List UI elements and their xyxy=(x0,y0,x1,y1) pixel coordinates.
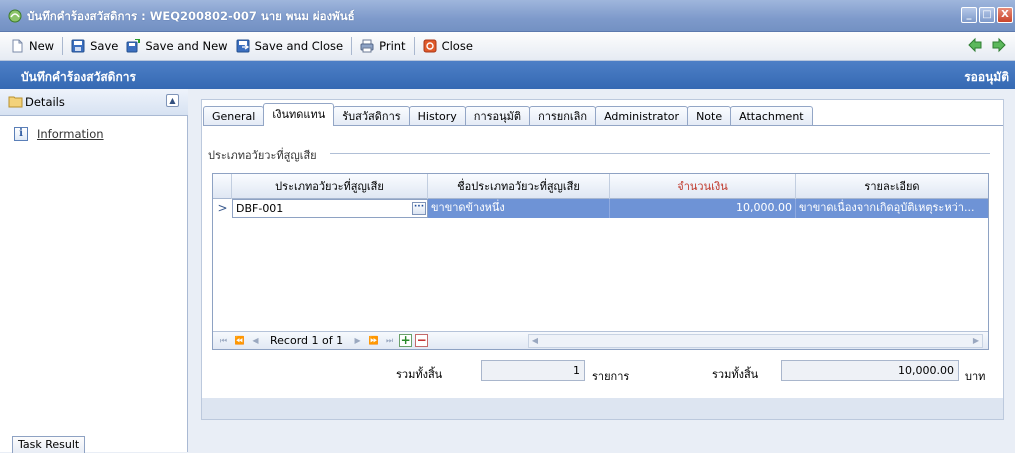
folder-icon xyxy=(8,96,23,108)
maximize-button[interactable]: □ xyxy=(979,7,995,23)
save-and-new-label: Save and New xyxy=(145,39,228,53)
collapse-icon[interactable]: ▲ xyxy=(166,94,179,107)
save-disk-icon xyxy=(71,39,85,53)
print-label: Print xyxy=(379,39,406,53)
window-titlebar: บันทึกคำร้องสวัสดิการ : WEQ200802-007 นา… xyxy=(0,0,1015,32)
new-button[interactable]: New xyxy=(6,35,58,57)
lookup-ellipsis-button[interactable]: ··· xyxy=(412,202,426,215)
tab-approval[interactable]: การอนุมัติ xyxy=(464,106,531,126)
toolbar: New Save Save and New Save and Close Pri… xyxy=(0,32,1015,61)
column-header-detail[interactable]: รายละเอียด xyxy=(796,174,988,199)
column-header-organ-type[interactable]: ประเภทอวัยวะที่สูญเสีย xyxy=(232,174,428,199)
close-button[interactable]: Close xyxy=(419,35,477,57)
section-legend: ประเภทอวัยวะที่สูญเสีย xyxy=(208,149,317,162)
toolbar-separator xyxy=(351,37,353,55)
toolbar-separator xyxy=(62,37,64,55)
previous-record-icon[interactable] xyxy=(967,37,983,53)
record-counter: Record 1 of 1 xyxy=(270,334,344,347)
document-title: บันทึกคำร้องสวัสดิการ xyxy=(21,70,136,84)
total-unit: บาท xyxy=(965,370,986,383)
last-record-icon[interactable]: ⏭ xyxy=(383,334,396,347)
section-rule xyxy=(330,153,990,154)
new-label: New xyxy=(29,39,55,53)
grid-header: ประเภทอวัยวะที่สูญเสีย ชื่อประเภทอวัยวะท… xyxy=(213,174,988,199)
save-label: Save xyxy=(90,39,119,53)
delete-record-button[interactable]: − xyxy=(415,334,429,347)
count-unit: รายการ xyxy=(592,370,630,383)
horizontal-scrollbar[interactable]: ◀ ▶ xyxy=(528,334,983,348)
previous-page-icon[interactable]: ⏪ xyxy=(233,334,246,347)
tab-note[interactable]: Note xyxy=(687,106,732,126)
minimize-button[interactable]: _ xyxy=(961,7,977,23)
column-header-organ-name[interactable]: ชื่อประเภทอวัยวะที่สูญเสีย xyxy=(428,174,610,199)
tab-administrator[interactable]: Administrator xyxy=(595,106,689,126)
save-and-close-label: Save and Close xyxy=(254,39,344,53)
tab-cancellation[interactable]: การยกเลิก xyxy=(529,106,597,126)
document-header: บันทึกคำร้องสวัสดิการ รออนุมัติ xyxy=(0,61,1015,89)
scroll-right-icon[interactable]: ▶ xyxy=(970,335,982,347)
tab-compensation[interactable]: เงินทดแทน xyxy=(263,103,335,126)
save-new-icon xyxy=(126,39,141,53)
tab-strip: General เงินทดแทน รับสวัสดิการ History ก… xyxy=(203,103,813,126)
sidebar-item-label: Information xyxy=(37,127,104,141)
task-result-tab[interactable]: Task Result xyxy=(12,436,86,453)
row-indicator-header xyxy=(213,174,232,199)
column-header-amount[interactable]: จำนวนเงิน xyxy=(610,174,796,199)
sidebar: Details ▲ i Information xyxy=(0,89,188,452)
organ-type-cell[interactable]: DBF-001 ··· xyxy=(232,199,428,218)
organ-name-cell[interactable]: ขาขาดข้างหนึ่ง xyxy=(428,199,610,218)
print-button[interactable]: Print xyxy=(356,35,409,57)
tab-attachment[interactable]: Attachment xyxy=(730,106,813,126)
app-icon xyxy=(8,9,22,23)
previous-record-nav-icon[interactable]: ◀ xyxy=(249,334,262,347)
save-close-icon xyxy=(236,39,250,53)
organ-type-value: DBF-001 xyxy=(236,202,284,215)
row-indicator-icon: > xyxy=(217,201,228,215)
tab-receive-welfare[interactable]: รับสวัสดิการ xyxy=(333,106,410,126)
total-label: รวมทั้งสิ้น xyxy=(712,368,759,381)
amount-cell[interactable]: 10,000.00 xyxy=(610,199,796,218)
save-and-close-button[interactable]: Save and Close xyxy=(232,35,348,57)
save-and-new-button[interactable]: Save and New xyxy=(122,35,231,57)
scroll-left-icon[interactable]: ◀ xyxy=(529,335,541,347)
save-button[interactable]: Save xyxy=(67,35,122,57)
count-value-field: 1 xyxy=(481,360,585,381)
sidebar-item-information[interactable]: i Information xyxy=(14,127,104,141)
close-label: Close xyxy=(441,39,473,53)
total-value-field: 10,000.00 xyxy=(781,360,959,381)
panel-footer xyxy=(201,398,1004,420)
close-window-button[interactable]: X xyxy=(997,7,1013,23)
first-record-icon[interactable]: ⏮ xyxy=(217,334,230,347)
record-navigator: ⏮ ⏪ ◀ Record 1 of 1 ▶ ⏩ ⏭ + − ◀ ▶ xyxy=(213,331,988,349)
tab-general[interactable]: General xyxy=(203,106,265,126)
add-record-button[interactable]: + xyxy=(399,334,413,347)
window-title: บันทึกคำร้องสวัสดิการ : WEQ200802-007 นา… xyxy=(27,9,355,23)
sidebar-group-label: Details xyxy=(25,95,65,109)
next-page-icon[interactable]: ⏩ xyxy=(367,334,380,347)
close-stop-icon xyxy=(423,39,437,53)
sidebar-group-details[interactable]: Details ▲ xyxy=(0,89,188,116)
next-record-nav-icon[interactable]: ▶ xyxy=(351,334,364,347)
next-record-icon[interactable] xyxy=(991,37,1007,53)
printer-icon xyxy=(360,39,374,53)
detail-cell[interactable]: ขาขาดเนื่องจากเกิดอุบัติเหตุระหว่า... xyxy=(796,199,988,218)
organ-loss-grid: ประเภทอวัยวะที่สูญเสีย ชื่อประเภทอวัยวะท… xyxy=(212,173,989,350)
tab-history[interactable]: History xyxy=(408,106,466,126)
count-label: รวมทั้งสิ้น xyxy=(396,368,443,381)
table-row[interactable]: > DBF-001 ··· ขาขาดข้างหนึ่ง 10,000.00 ข… xyxy=(213,199,988,218)
new-document-icon xyxy=(12,39,23,53)
document-status: รออนุมัติ xyxy=(964,70,1009,84)
info-icon: i xyxy=(14,127,28,141)
toolbar-separator xyxy=(413,37,415,55)
